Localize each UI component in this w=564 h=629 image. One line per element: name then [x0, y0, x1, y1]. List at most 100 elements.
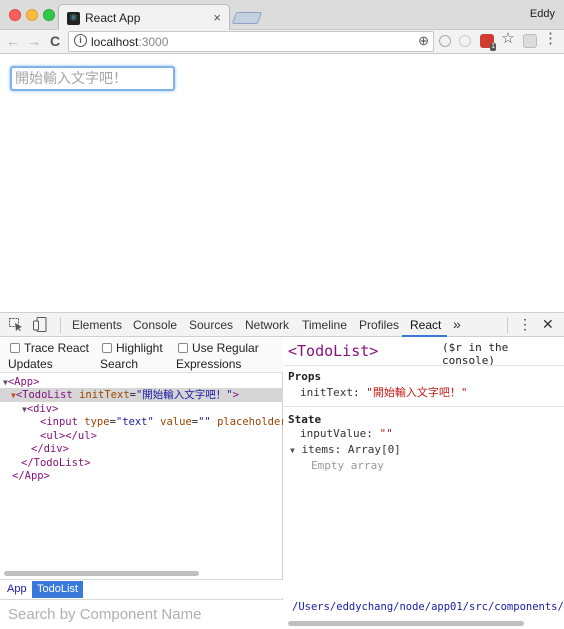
inspector-pane: <TodoList> ($r in the console) Props ini…	[284, 338, 564, 629]
highlight-search-checkbox[interactable]	[102, 343, 112, 353]
ul-tag: <ul></ul>	[40, 430, 97, 442]
tree-node-ul[interactable]: <ul></ul>	[0, 429, 283, 443]
prop-name: initText	[300, 386, 353, 399]
value-value: ""	[198, 416, 211, 428]
url-host: localhost	[91, 35, 139, 49]
breadcrumb-todolist[interactable]: TodoList	[32, 581, 83, 598]
tab-react[interactable]: React	[410, 318, 441, 332]
profile-name[interactable]: Eddy	[530, 8, 555, 20]
close-devtools-icon[interactable]: ✕	[542, 316, 554, 333]
devtools-menu-icon[interactable]: ⋮	[518, 316, 532, 333]
state-input-name: inputValue	[300, 427, 367, 440]
state-items-value: Array[0]	[347, 443, 401, 456]
back-arrow-icon[interactable]: ←	[5, 33, 21, 49]
use-regular-label: Use Regular	[192, 341, 259, 355]
selected-component-name: <TodoList>	[288, 342, 379, 360]
trace-updates-label: Updates	[8, 357, 53, 371]
breadcrumb-app[interactable]: App	[2, 581, 32, 598]
tab-network[interactable]: Network	[245, 318, 289, 332]
breadcrumb: App TodoList	[0, 579, 283, 598]
todolist-tag-close: >	[232, 389, 239, 401]
devtools-tab-bar: Elements Console Sources Network Timelin…	[0, 312, 564, 337]
tree-options-bar: Trace React Updates Highlight Search Use…	[0, 338, 283, 373]
component-search-input[interactable]	[0, 599, 283, 629]
tab-elements[interactable]: Elements	[72, 318, 122, 332]
tab-close-icon[interactable]: ×	[213, 10, 221, 25]
use-regex-checkbox[interactable]	[178, 343, 188, 353]
extension-badge: 1	[490, 43, 496, 51]
new-tab-button[interactable]	[231, 12, 263, 24]
prop-inittext-row[interactable]: initText: "開始輸入文字吧！"	[300, 384, 467, 400]
div-tag: <div>	[26, 403, 59, 415]
app-tag: <App>	[7, 376, 40, 388]
active-tab-indicator	[402, 335, 447, 337]
zoom-icon[interactable]: ⊕	[418, 33, 429, 49]
tree-node-app-close: </App>	[0, 469, 283, 483]
tab-bar-divider	[60, 317, 61, 333]
component-tree-pane: Trace React Updates Highlight Search Use…	[0, 338, 283, 629]
use-regular-expressions-option[interactable]: Use Regular	[178, 341, 259, 355]
extension-red-icon[interactable]: 1	[480, 34, 496, 51]
highlight-search-label: Search	[100, 357, 139, 371]
react-favicon-icon: ⚛	[67, 12, 80, 25]
prop-value[interactable]: "開始輸入文字吧！"	[366, 386, 467, 399]
more-tabs-icon[interactable]: »	[453, 316, 461, 332]
console-hint: ($r in the console)	[442, 341, 509, 367]
info-icon[interactable]: i	[74, 34, 87, 47]
inspector-horizontal-scrollbar[interactable]	[288, 621, 524, 626]
state-inputvalue-row[interactable]: inputValue: ""	[300, 427, 393, 440]
todolist-close-tag: </TodoList>	[21, 457, 91, 469]
bookmark-star-icon[interactable]: ☆	[501, 31, 515, 46]
minimize-window-button[interactable]	[26, 9, 38, 21]
maximize-window-button[interactable]	[43, 9, 55, 21]
url-port: :3000	[138, 35, 169, 49]
state-items-name: items	[301, 443, 335, 456]
todolist-tag: <TodoList	[15, 389, 73, 401]
tree-node-div[interactable]: ▼<div>	[0, 402, 283, 416]
tree-node-todolist-close: </TodoList>	[0, 456, 283, 470]
state-section: State inputValue: "" ▼ items: Array[0] E…	[284, 406, 564, 486]
extension-square-icon[interactable]	[523, 34, 537, 48]
browser-title-bar: ⚛ React App × Eddy	[0, 0, 564, 31]
extension-gray-icon[interactable]	[459, 35, 471, 47]
url-text: localhost:3000	[91, 35, 168, 49]
browser-tab[interactable]: ⚛ React App ×	[58, 4, 230, 31]
state-input-value[interactable]: ""	[379, 427, 392, 440]
horizontal-scrollbar[interactable]	[4, 571, 199, 576]
device-toolbar-icon[interactable]	[33, 317, 47, 332]
address-bar[interactable]: i localhost:3000 ⊕	[68, 31, 434, 52]
value-attr: value	[160, 416, 192, 428]
app-close-tag: </App>	[12, 470, 50, 482]
reload-icon[interactable]: C	[47, 33, 63, 49]
inittext-value: "開始輸入文字吧！"	[135, 389, 233, 401]
highlight-search-option[interactable]: Highlight	[102, 341, 163, 355]
state-items-row[interactable]: ▼ items: Array[0]	[290, 443, 401, 456]
tab-timeline[interactable]: Timeline	[302, 318, 347, 332]
browser-menu-icon[interactable]: ⋮	[543, 31, 558, 46]
forward-arrow-icon[interactable]: →	[26, 33, 42, 49]
placeholder-attr: placeholder=	[217, 416, 283, 428]
tree-node-todolist[interactable]: ▼<TodoList initText="開始輸入文字吧！">	[0, 388, 283, 402]
extension-circle-icon[interactable]	[439, 35, 451, 47]
input-tag: <input	[40, 416, 78, 428]
tab-profiles[interactable]: Profiles	[359, 318, 399, 332]
tab-title: React App	[85, 11, 141, 25]
tab-sources[interactable]: Sources	[189, 318, 233, 332]
tree-node-input[interactable]: <input type="text" value="" placeholder=	[0, 415, 283, 429]
state-heading: State	[288, 413, 322, 426]
inspect-element-icon[interactable]	[9, 318, 23, 331]
todo-text-input[interactable]	[10, 66, 175, 91]
expand-triangle-icon[interactable]: ▼	[290, 446, 295, 455]
browser-toolbar: ← → C i localhost:3000 ⊕ 1 ☆ ⋮	[0, 30, 564, 54]
tree-node-app[interactable]: ▼<App>	[0, 375, 283, 389]
type-value: "text"	[115, 416, 154, 428]
trace-react-updates-option[interactable]: Trace React	[10, 341, 89, 355]
props-section: Props initText: "開始輸入文字吧！"	[284, 365, 564, 405]
close-window-button[interactable]	[9, 9, 21, 21]
page-viewport	[0, 55, 564, 311]
trace-react-checkbox[interactable]	[10, 343, 20, 353]
component-source-path[interactable]: /Users/eddychang/node/app01/src/componen…	[292, 601, 564, 613]
inittext-attr: initText	[79, 389, 130, 401]
highlight-label: Highlight	[116, 341, 163, 355]
tab-console[interactable]: Console	[133, 318, 177, 332]
